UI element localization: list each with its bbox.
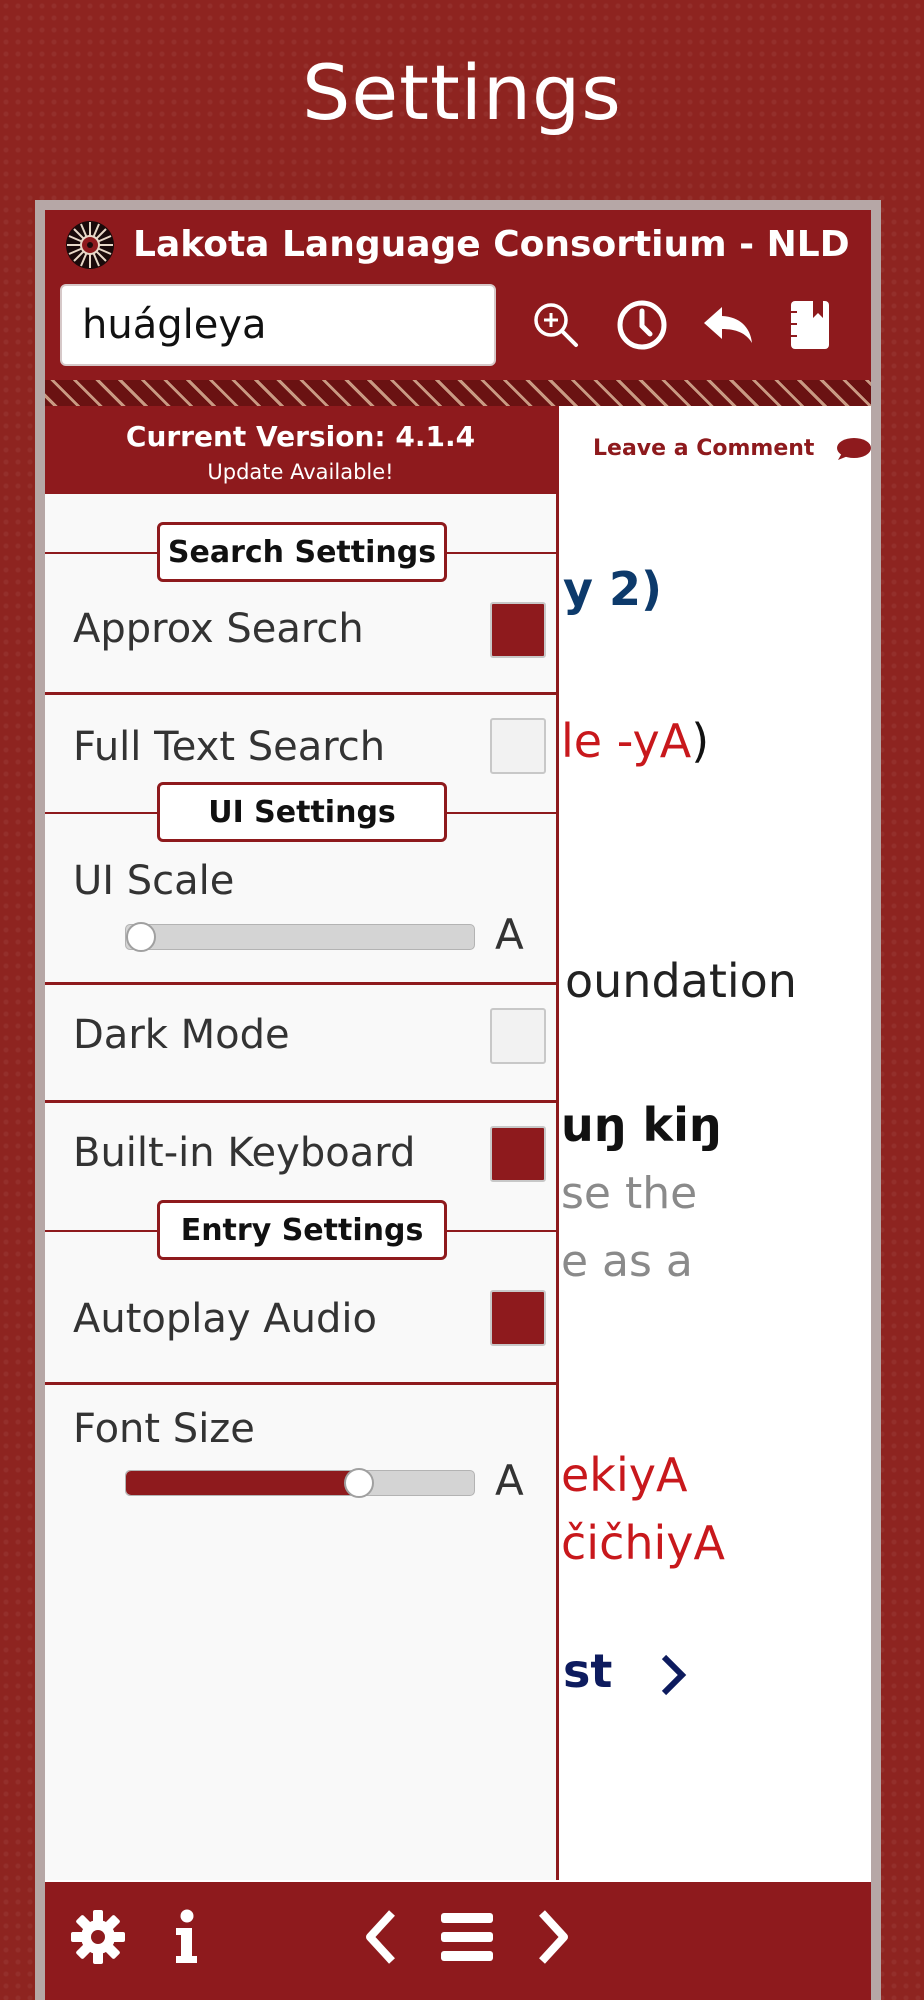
gear-icon[interactable] bbox=[63, 1902, 133, 1972]
content-foundation-text: oundation bbox=[565, 954, 797, 1008]
bottom-toolbar bbox=[45, 1882, 871, 2000]
info-icon[interactable] bbox=[151, 1902, 221, 1972]
row-divider bbox=[45, 1100, 556, 1103]
search-input[interactable] bbox=[60, 284, 496, 366]
content-suffix-paren: ) bbox=[691, 714, 710, 768]
font-size-slider-fill bbox=[126, 1471, 360, 1495]
content-related-word-2[interactable]: čičhiyA bbox=[561, 1516, 725, 1570]
dark-mode-label: Dark Mode bbox=[73, 1012, 290, 1058]
page-title: Settings bbox=[302, 48, 622, 137]
content-related-word-1[interactable]: ekiyA bbox=[561, 1448, 687, 1502]
settings-drawer: Current Version: 4.1.4 Update Available!… bbox=[45, 406, 559, 1880]
full-text-search-label: Full Text Search bbox=[73, 724, 386, 770]
lakota-logo-icon bbox=[66, 221, 114, 269]
menu-icon[interactable] bbox=[432, 1902, 502, 1972]
full-text-search-checkbox[interactable] bbox=[490, 718, 546, 774]
ui-scale-glyph: A bbox=[495, 910, 524, 959]
decorative-pattern-band bbox=[45, 380, 871, 406]
entry-settings-header: Entry Settings bbox=[157, 1200, 447, 1260]
builtin-keyboard-label: Built-in Keyboard bbox=[73, 1130, 416, 1176]
zoom-in-icon[interactable] bbox=[527, 296, 585, 354]
content-lakota-heading: uŋ kiŋ bbox=[561, 1098, 722, 1152]
font-size-slider[interactable] bbox=[125, 1468, 475, 1498]
content-suffix-red[interactable]: le -yA bbox=[561, 714, 691, 768]
app-header: Lakota Language Consortium - NLD bbox=[45, 210, 871, 380]
ui-scale-slider[interactable] bbox=[125, 922, 475, 952]
chevron-right-icon[interactable] bbox=[519, 1902, 589, 1972]
leave-comment-label: Leave a Comment bbox=[593, 436, 815, 461]
current-version-label: Current Version: 4.1.4 bbox=[125, 420, 476, 453]
content-example-line-1: se the bbox=[561, 1168, 698, 1219]
history-clock-icon[interactable] bbox=[613, 296, 671, 354]
version-banner[interactable]: Current Version: 4.1.4 Update Available! bbox=[45, 406, 556, 494]
builtin-keyboard-checkbox[interactable] bbox=[490, 1126, 546, 1182]
row-divider bbox=[45, 692, 556, 695]
chevron-right-icon bbox=[662, 1654, 687, 1695]
ui-scale-slider-thumb[interactable] bbox=[126, 922, 156, 952]
comment-bubble-icon bbox=[837, 438, 871, 460]
ui-scale-label: UI Scale bbox=[73, 858, 235, 904]
dark-mode-checkbox[interactable] bbox=[490, 1008, 546, 1064]
leave-comment-link[interactable]: Leave a Comment bbox=[593, 436, 871, 461]
autoplay-audio-checkbox[interactable] bbox=[490, 1290, 546, 1346]
content-heading-fragment: y 2) bbox=[563, 562, 663, 616]
approx-search-label: Approx Search bbox=[73, 606, 364, 652]
app-window: Lakota Language Consortium - NLD huágley… bbox=[45, 210, 871, 2000]
chevron-left-icon[interactable] bbox=[345, 1902, 415, 1972]
bookmark-book-icon[interactable] bbox=[781, 296, 839, 354]
font-size-glyph: A bbox=[495, 1456, 524, 1505]
approx-search-checkbox[interactable] bbox=[490, 602, 546, 658]
ui-settings-header: UI Settings bbox=[157, 782, 447, 842]
font-size-label: Font Size bbox=[73, 1406, 255, 1452]
content-next-label: st bbox=[563, 1644, 613, 1698]
back-reply-icon[interactable] bbox=[699, 296, 757, 354]
autoplay-audio-label: Autoplay Audio bbox=[73, 1296, 377, 1342]
update-available-label[interactable]: Update Available! bbox=[45, 460, 556, 484]
row-divider bbox=[45, 1382, 556, 1385]
row-divider bbox=[45, 982, 556, 985]
font-size-slider-thumb[interactable] bbox=[344, 1468, 375, 1498]
content-suffix-line: le -yA) bbox=[561, 714, 709, 768]
search-settings-header: Search Settings bbox=[157, 522, 447, 582]
content-example-line-2: e as a bbox=[561, 1236, 693, 1287]
app-title: Lakota Language Consortium - NLD bbox=[133, 224, 850, 265]
content-next-link[interactable]: st bbox=[563, 1644, 688, 1698]
